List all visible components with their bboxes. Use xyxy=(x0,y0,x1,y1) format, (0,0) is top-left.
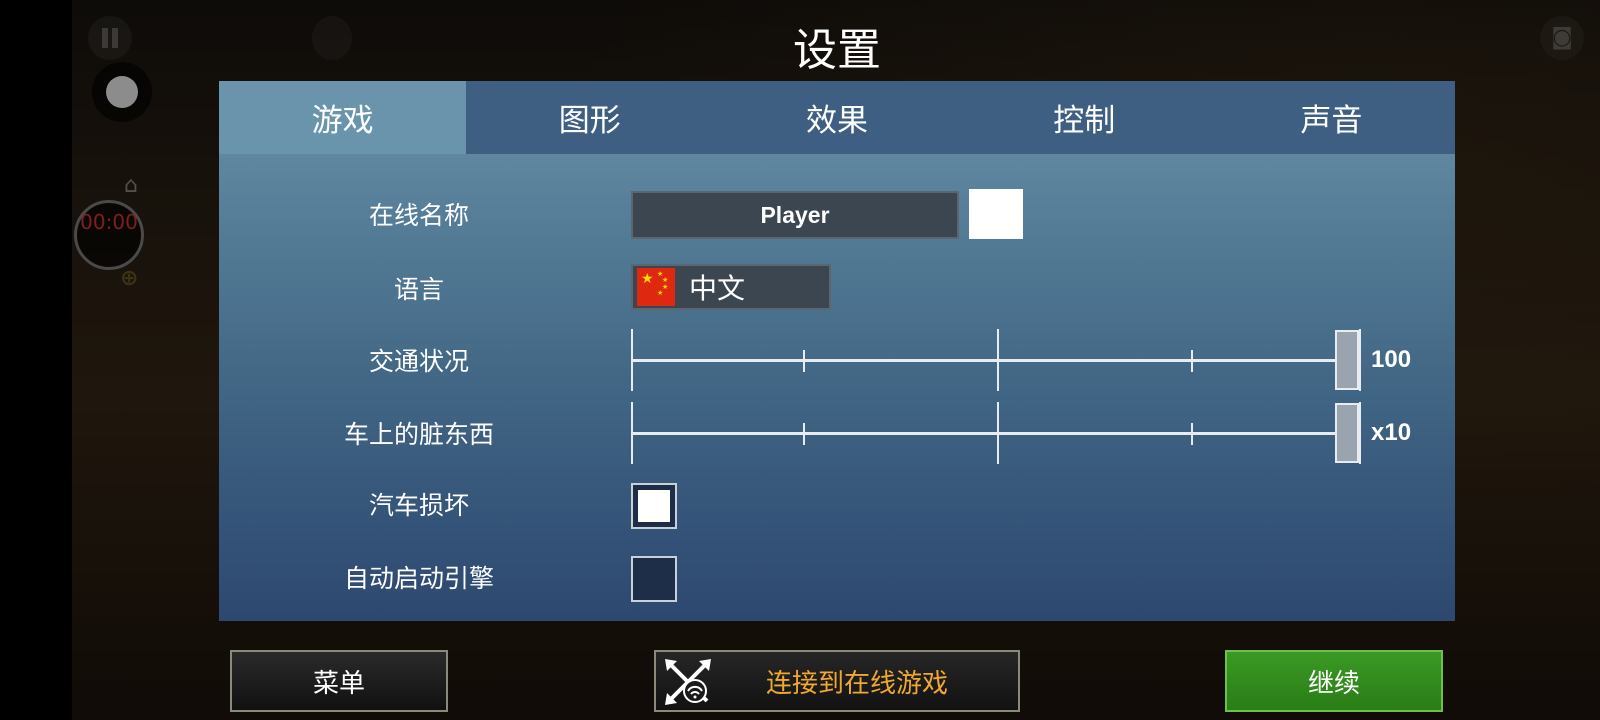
tab-effects[interactable]: 效果 xyxy=(713,81,960,154)
slider-track xyxy=(631,432,1351,435)
online-name-label: 在线名称 xyxy=(368,201,469,230)
slider-track xyxy=(631,359,1351,362)
language-value: 中文 xyxy=(689,272,746,305)
car-dirt-value: x10 xyxy=(1371,419,1412,446)
tab-controls[interactable]: 控制 xyxy=(961,81,1208,154)
settings-panel: 游戏 图形 效果 控制 声音 在线名称 Player 语言 ★ ★ ★ ★ ★ … xyxy=(219,81,1455,621)
slider-tick xyxy=(997,402,999,464)
continue-button[interactable]: 继续 xyxy=(1225,650,1443,712)
online-name-input[interactable]: Player xyxy=(631,191,959,239)
slider-tick xyxy=(631,329,633,391)
slider-end xyxy=(1359,329,1361,391)
car-dirt-slider[interactable] xyxy=(631,402,1361,464)
slider-tick xyxy=(803,350,805,372)
slider-end xyxy=(1359,402,1361,464)
traffic-slider-handle[interactable] xyxy=(1335,330,1359,390)
auto-start-engine-checkbox[interactable] xyxy=(631,556,677,602)
car-dirt-slider-handle[interactable] xyxy=(1335,403,1359,463)
traffic-value: 100 xyxy=(1371,346,1412,373)
tab-game[interactable]: 游戏 xyxy=(219,81,467,154)
car-dirt-label: 车上的脏东西 xyxy=(343,420,494,449)
traffic-slider[interactable] xyxy=(631,329,1361,391)
language-label: 语言 xyxy=(393,275,444,304)
checkbox-fill xyxy=(638,490,670,522)
slider-tick xyxy=(803,423,805,445)
car-damage-label: 汽车损坏 xyxy=(368,491,469,520)
player-color-swatch[interactable] xyxy=(969,189,1023,239)
language-select[interactable]: ★ ★ ★ ★ ★ 中文 xyxy=(631,264,831,310)
slider-tick xyxy=(997,329,999,391)
online-wifi-icon xyxy=(662,656,714,708)
tab-graphics[interactable]: 图形 xyxy=(466,81,713,154)
china-flag-icon: ★ ★ ★ ★ ★ xyxy=(637,268,675,306)
traffic-label: 交通状况 xyxy=(368,347,469,376)
slider-tick xyxy=(1191,423,1193,445)
slider-tick xyxy=(1191,350,1193,372)
auto-start-engine-label: 自动启动引擎 xyxy=(343,564,494,593)
menu-button[interactable]: 菜单 xyxy=(230,650,448,712)
tab-sound[interactable]: 声音 xyxy=(1208,81,1455,154)
connect-online-label: 连接到在线游戏 xyxy=(765,668,948,699)
connect-online-button[interactable]: 连接到在线游戏 xyxy=(654,650,1020,712)
tab-bar: 游戏 图形 效果 控制 声音 xyxy=(219,81,1455,154)
left-black-bar xyxy=(0,0,72,720)
car-damage-checkbox[interactable] xyxy=(631,483,677,529)
page-title: 设置 xyxy=(793,25,881,76)
slider-tick xyxy=(631,402,633,464)
